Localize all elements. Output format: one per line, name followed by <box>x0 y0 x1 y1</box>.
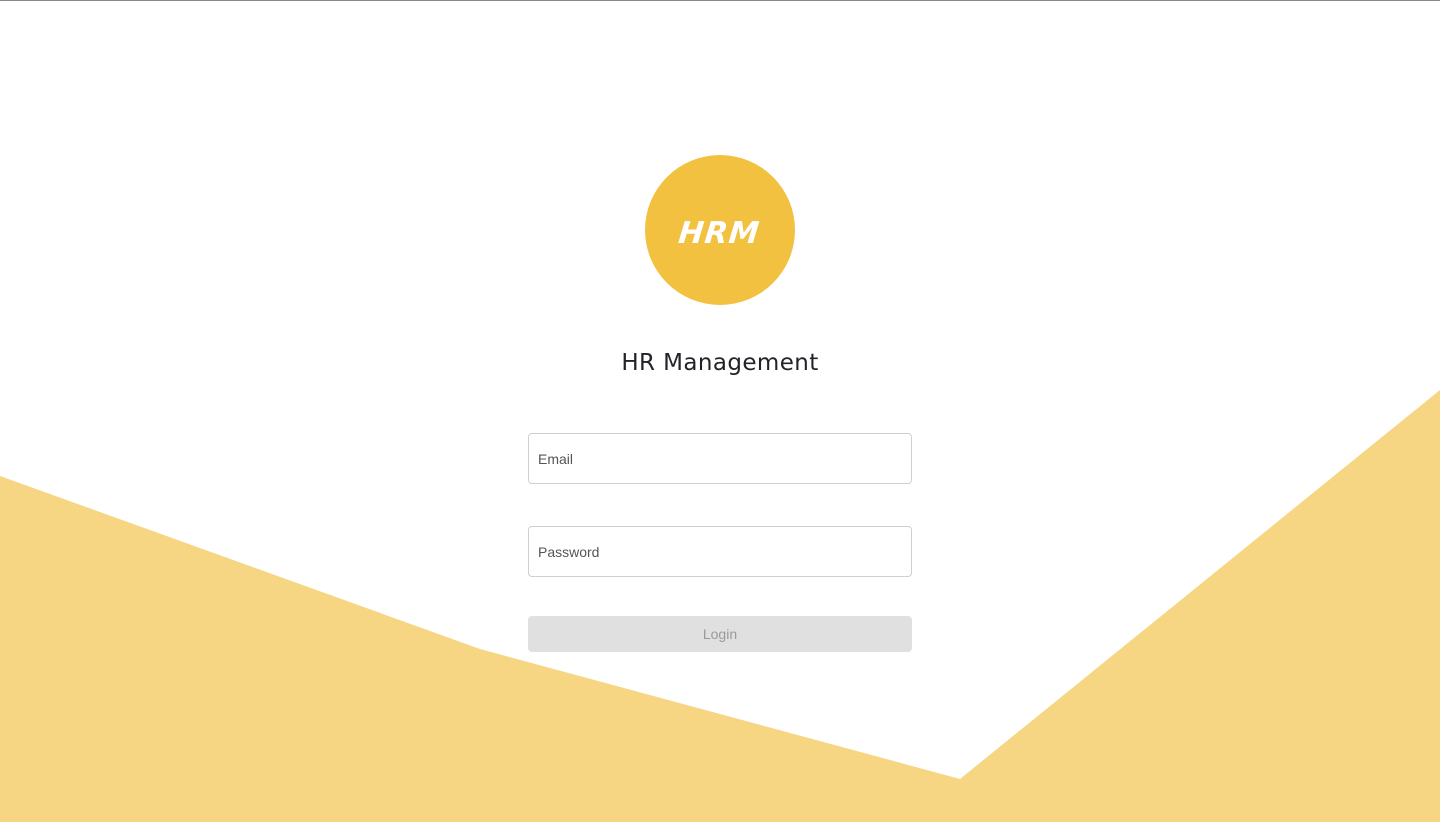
email-field[interactable] <box>528 433 912 484</box>
login-page: HRM HR Management Login <box>0 0 1440 822</box>
password-field[interactable] <box>528 526 912 577</box>
page-title: HR Management <box>621 350 819 376</box>
login-button[interactable]: Login <box>528 616 912 652</box>
login-panel: HRM HR Management Login <box>0 0 1440 822</box>
logo-text: HRM <box>677 215 763 251</box>
hrm-logo: HRM <box>645 155 795 305</box>
